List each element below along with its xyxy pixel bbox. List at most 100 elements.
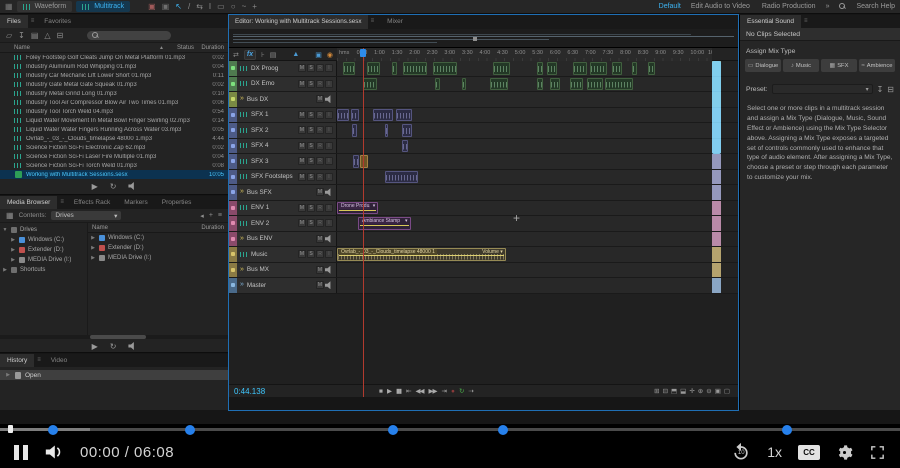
- audio-clip[interactable]: [570, 78, 583, 91]
- tree-item-drives[interactable]: ▼Drives: [0, 225, 87, 235]
- track-lane[interactable]: [337, 108, 712, 123]
- file-row[interactable]: Foley Footstep Golf Cleats Jump On Metal…: [0, 53, 228, 62]
- markers-icon[interactable]: ▣: [315, 51, 322, 59]
- audio-clip[interactable]: [402, 140, 408, 153]
- record-arm-button[interactable]: R: [316, 157, 324, 165]
- clip-volume-label[interactable]: Volume ▾: [482, 249, 503, 255]
- razor-tool-icon[interactable]: /: [188, 2, 190, 12]
- scrollbar-thumb[interactable]: [90, 335, 146, 339]
- loop-playback-button[interactable]: ↻: [459, 387, 463, 395]
- preview-loop-button[interactable]: ↻: [110, 342, 117, 351]
- input-monitor-button[interactable]: I: [325, 173, 333, 181]
- add-shortcut-icon[interactable]: +: [209, 212, 213, 220]
- audio-clip[interactable]: [590, 62, 607, 75]
- zoom-navigator[interactable]: [229, 29, 738, 48]
- fx-toggle-icon[interactable]: fx: [244, 50, 256, 60]
- closed-captions-button[interactable]: CC: [798, 445, 820, 460]
- tree-item-media-drive-i[interactable]: ▶MEDIA Drive (I:): [0, 255, 87, 265]
- audio-clip[interactable]: [537, 78, 543, 91]
- mute-button[interactable]: M: [298, 173, 306, 181]
- expander-icon[interactable]: ▶: [90, 255, 96, 261]
- audio-clip[interactable]: [435, 78, 440, 91]
- video-progress-bar[interactable]: [0, 428, 900, 431]
- track-lane[interactable]: [337, 185, 712, 200]
- solo-button[interactable]: S: [307, 204, 315, 212]
- audio-clip[interactable]: Ambiance Stamp F...▾: [358, 217, 411, 230]
- solo-button[interactable]: S: [307, 126, 315, 134]
- audio-clip[interactable]: [490, 78, 508, 91]
- input-monitor-button[interactable]: I: [325, 126, 333, 134]
- zoom-in-amplitude-button[interactable]: ⬒: [671, 387, 677, 395]
- navigator-handle[interactable]: [473, 37, 477, 41]
- contents-dropdown[interactable]: Drives ▾: [51, 211, 121, 220]
- input-monitor-button[interactable]: I: [325, 204, 333, 212]
- playhead-line[interactable]: [363, 48, 364, 397]
- search-help-link[interactable]: Search Help: [856, 3, 895, 10]
- record-arm-button[interactable]: R: [316, 204, 324, 212]
- slip-tool-icon[interactable]: ⇆: [196, 2, 203, 12]
- track-lane[interactable]: Ovrlab_-_03_-_Clouds_timelapse 48000 1Vo…: [337, 247, 712, 262]
- media-scrollbar[interactable]: [0, 335, 228, 339]
- solo-button[interactable]: S: [307, 111, 315, 119]
- marquee-tool-icon[interactable]: ▭: [217, 2, 225, 12]
- record-button[interactable]: ●: [451, 388, 454, 395]
- file-row[interactable]: Science Fiction Sci-Fi Laser Fire Multip…: [0, 152, 228, 161]
- chapter-marker-dot[interactable]: [388, 425, 398, 435]
- zoom-out-amplitude-button[interactable]: ⬓: [680, 387, 686, 395]
- monitor-toggle-icon[interactable]: ▣: [162, 2, 170, 12]
- record-arm-button[interactable]: R: [316, 250, 324, 258]
- audio-clip[interactable]: [352, 124, 357, 137]
- track-lane[interactable]: Ambiance Stamp F...▾: [337, 216, 712, 231]
- history-entry-open[interactable]: ▶Open: [0, 370, 228, 380]
- input-monitor-button[interactable]: I: [325, 219, 333, 227]
- new-item-icon[interactable]: ▤: [31, 31, 39, 40]
- audio-clip[interactable]: [648, 62, 656, 75]
- audio-clip[interactable]: [403, 62, 427, 75]
- mute-button[interactable]: M: [316, 266, 324, 274]
- audio-clip[interactable]: [363, 78, 377, 91]
- settings-gear-icon[interactable]: [836, 444, 853, 461]
- mute-button[interactable]: M: [298, 250, 306, 258]
- video-icon[interactable]: ▤: [270, 51, 277, 59]
- audio-clip[interactable]: [433, 62, 457, 75]
- file-row[interactable]: Liquid Water Water Fingers Running Acros…: [0, 125, 228, 134]
- files-column-header[interactable]: Name ▲ Status Duration: [0, 43, 228, 53]
- tab-markers[interactable]: Markers: [117, 196, 154, 209]
- file-row[interactable]: Industry Tool Torch Weld 04.mp30:54: [0, 107, 228, 116]
- open-file-icon[interactable]: ▱: [6, 31, 12, 40]
- workspace-selector[interactable]: Default: [659, 3, 681, 10]
- video-scrubber-handle[interactable]: [8, 425, 13, 433]
- preview-autoplay-button[interactable]: [128, 342, 136, 350]
- file-row[interactable]: Science Fiction Sci-Fi Torch Weld 01.mp3…: [0, 161, 228, 170]
- track-lane[interactable]: Drone Produ...▾: [337, 201, 712, 216]
- file-row[interactable]: Industry Tool Air Compressor Blow Air Tw…: [0, 98, 228, 107]
- fast-forward-button[interactable]: ▶▶: [429, 387, 437, 395]
- mute-button[interactable]: M: [298, 219, 306, 227]
- lasso-tool-icon[interactable]: ○: [231, 2, 236, 12]
- mix-type-sfx[interactable]: ▦SFX: [821, 59, 857, 72]
- panel-menu-icon[interactable]: ≡: [34, 354, 44, 367]
- track-header-sfx-1[interactable]: SFX 1MSRI: [229, 108, 337, 123]
- track-header-master[interactable]: »MasterM: [229, 278, 337, 293]
- track-lane[interactable]: [337, 263, 712, 278]
- record-arm-button[interactable]: R: [316, 111, 324, 119]
- preset-delete-icon[interactable]: ⊟: [887, 85, 894, 94]
- monitor-speaker-icon[interactable]: [325, 95, 333, 103]
- file-row[interactable]: Industry Aluminum Rod Whipping 01.mp30:0…: [0, 62, 228, 71]
- audio-clip[interactable]: [337, 109, 349, 122]
- mute-button[interactable]: M: [298, 157, 306, 165]
- audio-clip[interactable]: Drone Produ...▾: [337, 202, 378, 215]
- file-row[interactable]: Ovrlab_-_03_-_Clouds_timelapse 48000 1.m…: [0, 134, 228, 143]
- track-header-bus-mx[interactable]: »Bus MXM: [229, 263, 337, 278]
- mix-type-ambience[interactable]: ≈Ambience: [859, 59, 895, 72]
- audio-clip[interactable]: [550, 78, 560, 91]
- column-status[interactable]: Status: [164, 45, 194, 51]
- track-lane[interactable]: [337, 154, 712, 169]
- workspace-link-radio-production[interactable]: Radio Production: [762, 3, 816, 10]
- audio-clip[interactable]: [353, 155, 359, 168]
- zoom-selection-in-button[interactable]: ▣: [715, 387, 721, 395]
- filter-icon[interactable]: ≡: [218, 212, 222, 220]
- rewind-button[interactable]: ◀◀: [416, 387, 424, 395]
- import-files-icon[interactable]: ↧: [18, 31, 25, 40]
- mute-button[interactable]: M: [316, 188, 324, 196]
